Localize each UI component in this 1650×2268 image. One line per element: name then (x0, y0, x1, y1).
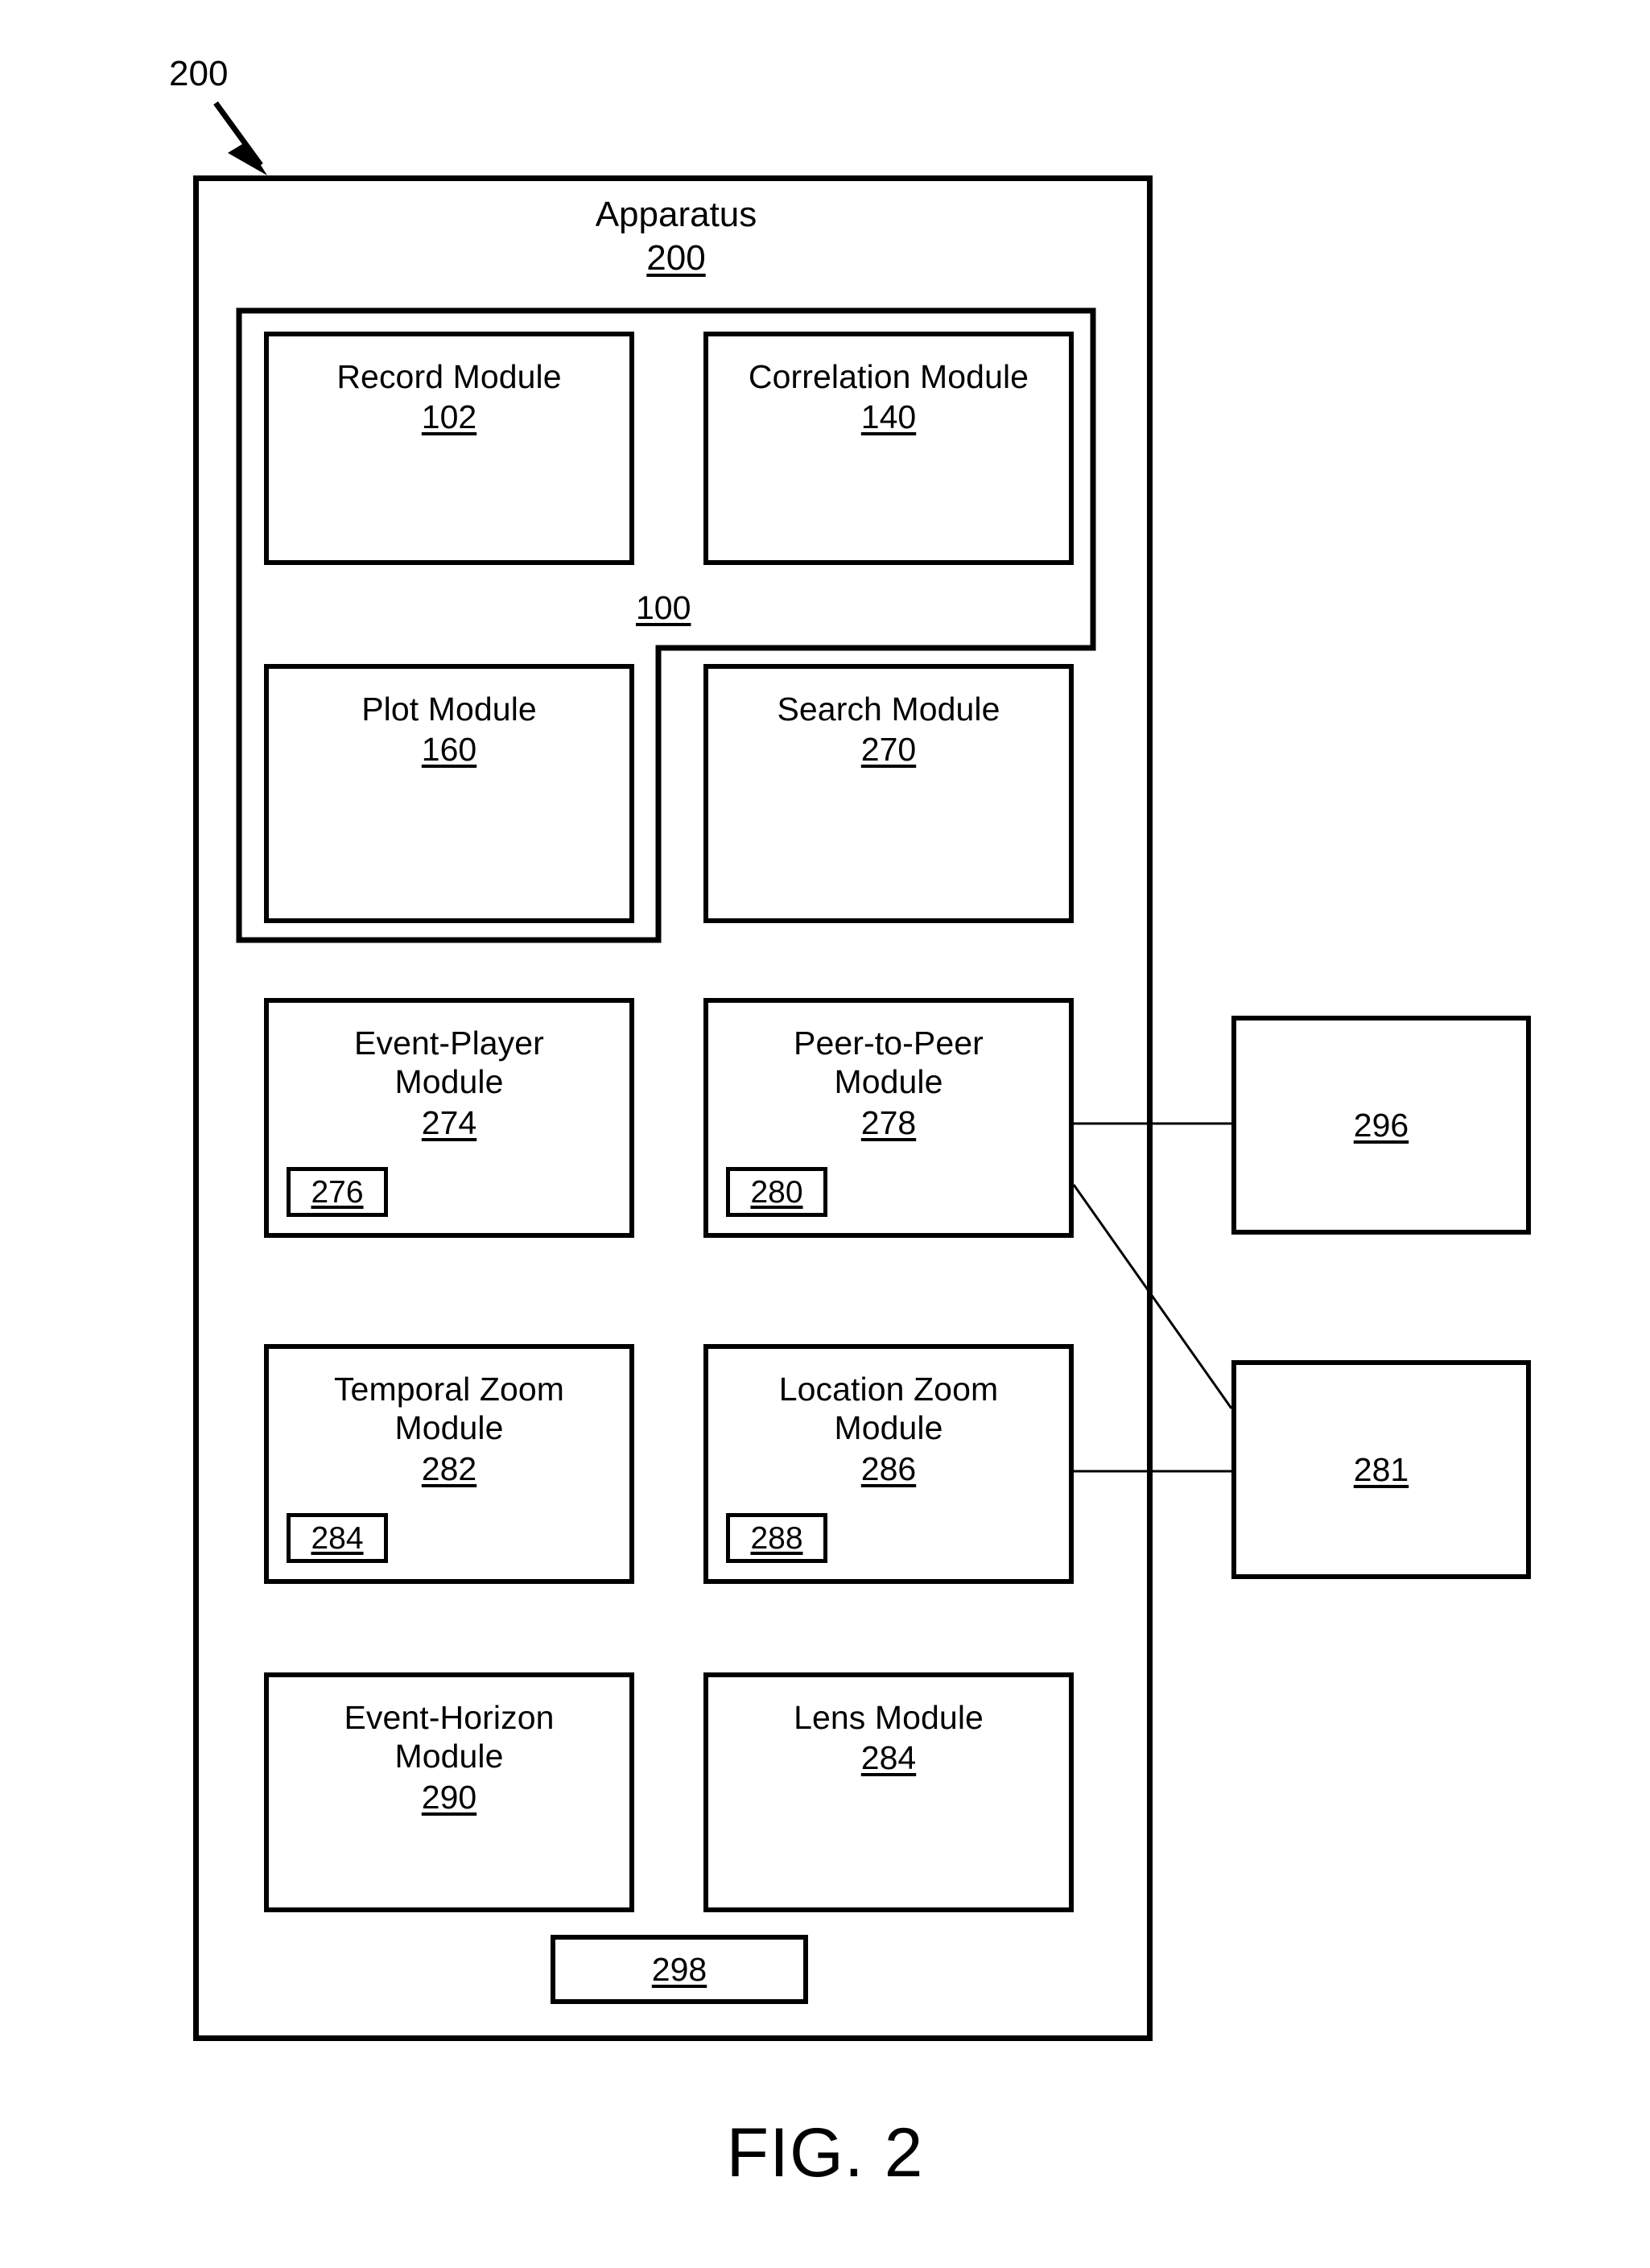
module-temporal-zoom-subbox[interactable]: 284 (287, 1513, 388, 1563)
module-record[interactable]: Record Module 102 (264, 332, 634, 565)
module-peer-to-peer-subbox[interactable]: 280 (726, 1167, 827, 1217)
lead-arrow-200 (213, 101, 267, 175)
module-event-player[interactable]: Event-Player Module 274 276 (264, 998, 634, 1238)
inner-container-ref-100: 100 (636, 589, 691, 626)
module-lens-ref: 284 (860, 1739, 917, 1777)
module-location-zoom-subref: 288 (750, 1520, 803, 1556)
module-event-player-subbox[interactable]: 276 (287, 1167, 388, 1217)
module-event-horizon[interactable]: Event-Horizon Module 290 (264, 1672, 634, 1912)
module-correlation-title: Correlation Module (748, 358, 1029, 395)
apparatus-ref-number: 200 (646, 237, 706, 278)
patent-figure: 200 Apparatus 200 100 Record Module 102 … (0, 0, 1650, 2268)
module-plot-title: Plot Module (361, 691, 537, 728)
module-event-horizon-ref: 290 (421, 1778, 477, 1816)
module-temporal-zoom-ref: 282 (421, 1449, 477, 1487)
module-location-zoom-subbox[interactable]: 288 (726, 1513, 827, 1563)
module-record-ref: 102 (421, 398, 477, 436)
module-lens[interactable]: Lens Module 284 (703, 1672, 1074, 1912)
module-temporal-zoom[interactable]: Temporal Zoom Module 282 284 (264, 1344, 634, 1584)
external-box-281-ref: 281 (1353, 1450, 1409, 1488)
apparatus-title-block: Apparatus 200 (563, 193, 789, 279)
module-event-horizon-title: Event-Horizon Module (344, 1699, 555, 1775)
module-plot[interactable]: Plot Module 160 (264, 664, 634, 923)
module-location-zoom-title: Location Zoom Module (778, 1371, 999, 1447)
box-298-ref: 298 (651, 1950, 707, 1988)
module-event-player-subref: 276 (311, 1174, 364, 1210)
box-298[interactable]: 298 (551, 1935, 808, 2004)
module-temporal-zoom-subref: 284 (311, 1520, 364, 1556)
external-box-296[interactable]: 296 (1231, 1016, 1531, 1235)
module-event-player-ref: 274 (421, 1103, 477, 1141)
module-correlation[interactable]: Correlation Module 140 (703, 332, 1074, 565)
apparatus-title-text: Apparatus (595, 195, 757, 234)
lead-line-label-200: 200 (169, 54, 229, 93)
module-event-player-title: Event-Player Module (354, 1025, 544, 1101)
module-location-zoom[interactable]: Location Zoom Module 286 288 (703, 1344, 1074, 1584)
module-search-title: Search Module (777, 691, 1000, 728)
module-peer-to-peer-title: Peer-to-Peer Module (794, 1025, 984, 1101)
external-box-296-ref: 296 (1353, 1106, 1409, 1144)
external-box-281[interactable]: 281 (1231, 1360, 1531, 1579)
module-plot-ref: 160 (421, 731, 477, 769)
module-peer-to-peer-subref: 280 (750, 1174, 803, 1210)
figure-caption: FIG. 2 (726, 2114, 924, 2192)
module-temporal-zoom-title: Temporal Zoom Module (333, 1371, 565, 1447)
module-correlation-ref: 140 (860, 398, 917, 436)
module-peer-to-peer-ref: 278 (860, 1103, 917, 1141)
module-peer-to-peer[interactable]: Peer-to-Peer Module 278 280 (703, 998, 1074, 1238)
module-record-title: Record Module (336, 358, 562, 395)
module-search[interactable]: Search Module 270 (703, 664, 1074, 923)
module-location-zoom-ref: 286 (860, 1449, 917, 1487)
module-lens-title: Lens Module (794, 1699, 984, 1736)
module-search-ref: 270 (860, 731, 917, 769)
